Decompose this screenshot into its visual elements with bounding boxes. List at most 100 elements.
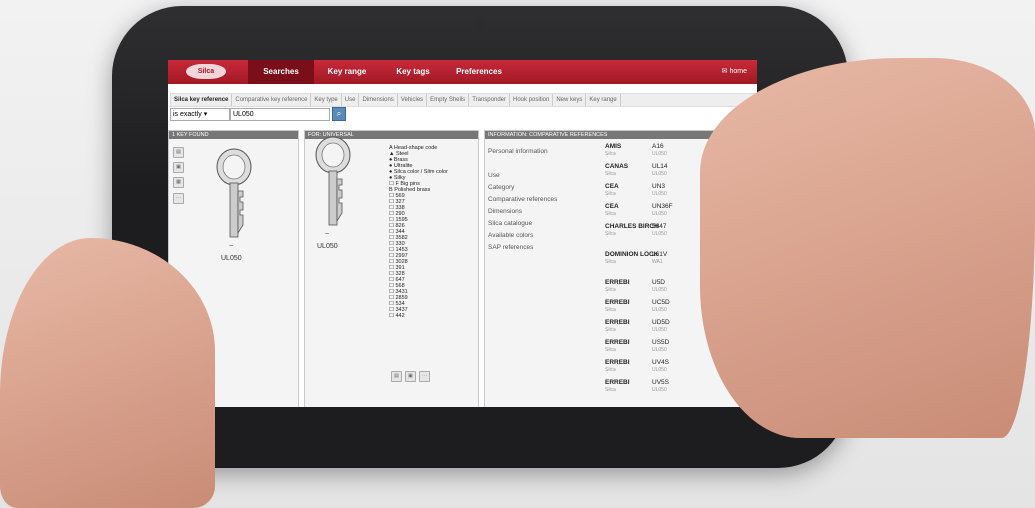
reference-code-note: UL050: [652, 287, 667, 293]
information-menu-item[interactable]: Available colors: [488, 230, 557, 242]
reference-code-note: UL050: [652, 211, 667, 217]
key-name: UL050: [221, 255, 242, 262]
reference-brand-note: Silca: [605, 191, 616, 197]
reference-brand-note: Silca: [605, 171, 616, 177]
reference-code: US5D: [652, 339, 670, 346]
app-screen: Silca Searches Key range Key tags Prefer…: [168, 60, 757, 407]
subtab-key-range[interactable]: Key range: [586, 94, 621, 106]
silca-logo: Silca: [186, 64, 226, 79]
reference-brand: CEA: [605, 203, 619, 210]
reference-brand-note: Silca: [605, 307, 616, 313]
reference-brand: ERREBI: [605, 379, 630, 386]
attribute-item: ☐ 442: [389, 313, 405, 319]
reference-brand: ERREBI: [605, 299, 630, 306]
information-menu-item[interactable]: Category: [488, 182, 557, 194]
reference-code: UN36F: [652, 203, 673, 210]
reference-code-note: UL050: [652, 191, 667, 197]
information-menu-item[interactable]: SAP references: [488, 242, 557, 254]
results-header: 1 KEY FOUND: [169, 131, 298, 139]
reference-brand: ERREBI: [605, 319, 630, 326]
subtab-dimensions[interactable]: Dimensions: [359, 94, 398, 106]
reference-code-note: UL050: [652, 171, 667, 177]
reference-brand-note: Silca: [605, 211, 616, 217]
reference-code: UV5S: [652, 379, 669, 386]
reference-code-note: UL050: [652, 327, 667, 333]
reference-code: UD5D: [652, 319, 670, 326]
search-input[interactable]: UL050: [230, 108, 330, 121]
reference-code-note: WA1: [652, 259, 663, 265]
key-image[interactable]: [214, 147, 254, 247]
reference-code: L61V: [652, 251, 668, 258]
reference-brand: ERREBI: [605, 279, 630, 286]
subtab-key-type[interactable]: Key type: [311, 94, 342, 106]
information-menu: Personal information Use Category Comparat…: [488, 146, 557, 254]
reference-code-note: UL050: [652, 307, 667, 313]
subtab-empty-shells[interactable]: Empty Shells: [427, 94, 470, 106]
reference-brand: ERREBI: [605, 359, 630, 366]
export-icon[interactable]: ▦: [173, 177, 184, 188]
tab-key-tags[interactable]: Key tags: [380, 60, 446, 84]
subtab-comparative-key-reference[interactable]: Comparative key reference: [232, 94, 312, 106]
information-menu-item[interactable]: Use: [488, 170, 557, 182]
tab-searches[interactable]: Searches: [248, 60, 314, 84]
reference-code-note: UL050: [652, 151, 667, 157]
profile-icon: ~: [229, 243, 234, 250]
reference-brand: DOMINION LOCK: [605, 251, 659, 258]
reference-brand: CEA: [605, 183, 619, 190]
mail-icon: ✉: [721, 68, 728, 75]
reference-brand-note: Silca: [605, 151, 616, 157]
print-icon[interactable]: ▤: [391, 371, 402, 382]
tab-key-range[interactable]: Key range: [314, 60, 380, 84]
details-icon[interactable]: ⋯: [173, 193, 184, 204]
attribute-list: A Head-shape code ▲ Steel ● Brass ● Ultrali…: [389, 145, 448, 319]
left-hand: [0, 238, 215, 508]
profile-icon: ~: [325, 231, 330, 238]
search-icon[interactable]: ⌕: [332, 107, 346, 121]
reference-brand-note: Silca: [605, 347, 616, 353]
reference-code: UV4S: [652, 359, 669, 366]
reference-code-note: UL050: [652, 367, 667, 373]
information-menu-item[interactable]: Personal information: [488, 146, 557, 158]
information-menu-item: [488, 158, 557, 170]
reference-code: U5D: [652, 279, 666, 286]
reference-brand: CANAS: [605, 163, 629, 170]
subtab-use[interactable]: Use: [342, 94, 360, 106]
top-navigation-bar: Silca Searches Key range Key tags Prefer…: [168, 60, 757, 84]
tab-preferences[interactable]: Preferences: [446, 60, 512, 84]
information-menu-item[interactable]: Dimensions: [488, 206, 557, 218]
reference-code-note: UL050: [652, 347, 667, 353]
subtab-transponder[interactable]: Transponder: [469, 94, 510, 106]
copy-icon[interactable]: ▣: [173, 162, 184, 173]
reference-brand: ERREBI: [605, 339, 630, 346]
subtab-silca-key-reference[interactable]: Silca key reference: [171, 94, 233, 106]
camera-icon: [476, 20, 484, 28]
reference-code: UC5D: [652, 299, 670, 306]
reference-brand: CHARLES BIRCH: [605, 223, 659, 230]
reference-brand: AMIS: [605, 143, 622, 150]
reference-code: UL14: [652, 163, 668, 170]
home-link[interactable]: ✉ home: [722, 60, 747, 84]
information-menu-item[interactable]: Silca catalogue: [488, 218, 557, 230]
reference-code: UN3: [652, 183, 666, 190]
key-detail-panel: FOR: UNIVERSAL ~ UL050 A Head-shape code…: [304, 130, 479, 407]
reference-row[interactable]: ERREBI Silca UV5S UL050: [605, 379, 740, 399]
subtab-new-keys[interactable]: New keys: [553, 94, 587, 106]
search-subtabs: Silca key reference Comparative key refer…: [170, 93, 757, 107]
operator-select[interactable]: is exactly ▾: [170, 108, 230, 121]
subtab-vehicles[interactable]: Vehicles: [398, 94, 428, 106]
key-image: [315, 136, 351, 226]
reference-code-note: UL050: [652, 387, 667, 393]
details-icon[interactable]: ⋯: [419, 371, 430, 382]
reference-code-note: UL050: [652, 231, 667, 237]
copy-icon[interactable]: ▣: [405, 371, 416, 382]
print-icon[interactable]: ▤: [173, 147, 184, 158]
reference-brand-note: Silca: [605, 387, 616, 393]
right-hand: [700, 58, 1035, 438]
information-menu-item[interactable]: Comparative references: [488, 194, 557, 206]
subtab-hook-position[interactable]: Hook position: [510, 94, 554, 106]
key-name: UL050: [317, 243, 338, 250]
reference-brand-note: Silca: [605, 259, 616, 265]
reference-brand-note: Silca: [605, 287, 616, 293]
reference-code: 5847: [652, 223, 667, 230]
reference-brand-note: Silca: [605, 367, 616, 373]
